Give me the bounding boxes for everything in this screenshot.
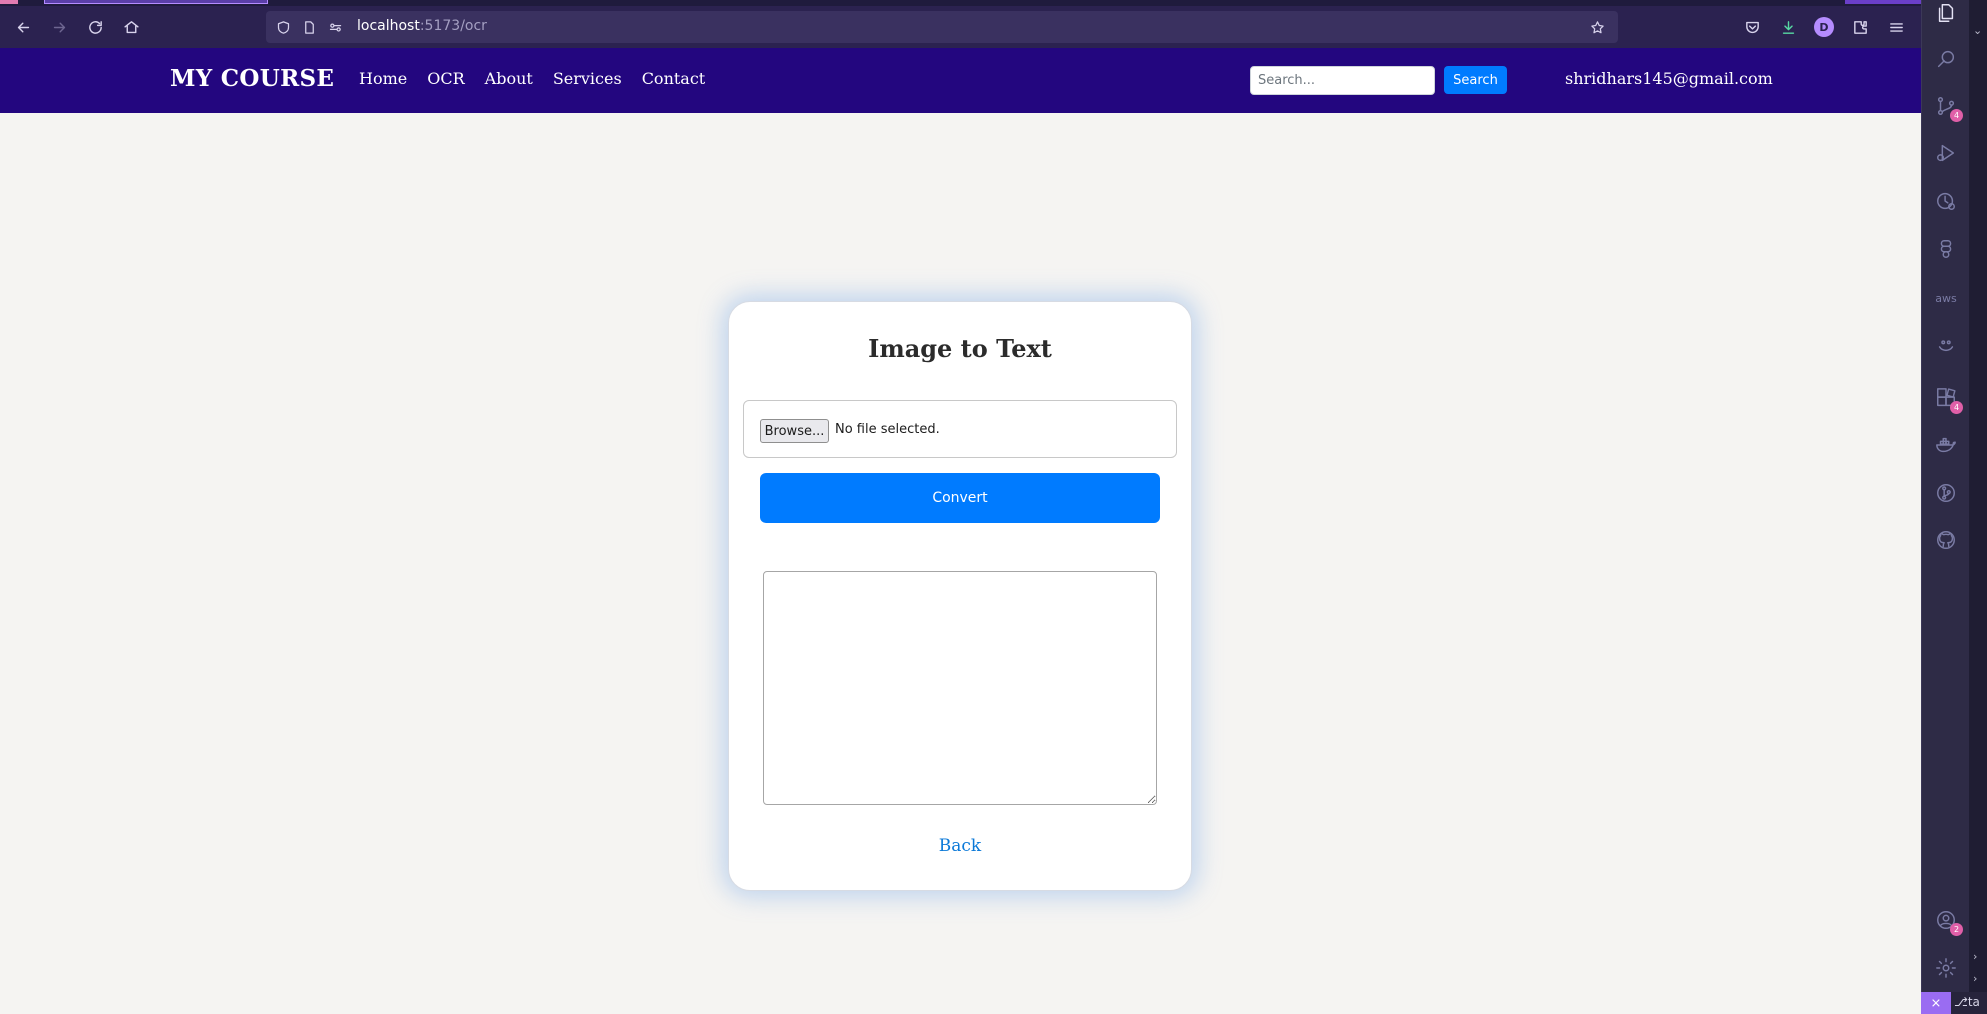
extensions-badge: 4 xyxy=(1950,401,1963,414)
pocket-icon[interactable] xyxy=(1738,13,1766,41)
status-bar: ⨯ ⎇ta xyxy=(1921,992,1987,1014)
back-link[interactable]: Back xyxy=(729,836,1191,856)
site-navbar: MY COURSE Home OCR About Services Contac… xyxy=(0,48,1921,113)
chevron-right-icon[interactable]: › xyxy=(1973,950,1977,963)
tab-strip-accent xyxy=(1845,0,1921,4)
ocr-card: Image to Text Browse... No file selected… xyxy=(728,301,1192,891)
downloads-icon[interactable] xyxy=(1774,13,1802,41)
file-input[interactable]: Browse... No file selected. xyxy=(743,400,1177,458)
result-textarea[interactable] xyxy=(763,571,1157,805)
smiley-icon[interactable] xyxy=(1933,333,1959,359)
settings-gear-icon[interactable] xyxy=(1933,955,1959,981)
branch-indicator[interactable]: ⎇ta xyxy=(1954,995,1980,1009)
docker-icon[interactable] xyxy=(1933,432,1959,458)
remote-indicator-icon[interactable]: ⨯ xyxy=(1921,992,1951,1014)
search-icon[interactable] xyxy=(1933,46,1959,72)
aws-icon[interactable]: aws xyxy=(1933,285,1959,311)
aws-label: aws xyxy=(1935,291,1957,305)
nav-link-home[interactable]: Home xyxy=(359,69,407,88)
active-browser-tab[interactable] xyxy=(44,0,268,4)
url-text[interactable]: localhost:5173/ocr xyxy=(357,18,487,34)
permissions-icon[interactable] xyxy=(326,18,344,36)
editor-edge-strip: ⌄ › › xyxy=(1969,0,1987,1014)
browse-button[interactable]: Browse... xyxy=(760,419,829,443)
tracking-shield-icon[interactable] xyxy=(274,18,292,36)
page-viewport: MY COURSE Home OCR About Services Contac… xyxy=(0,48,1921,1014)
chevron-down-icon[interactable]: ⌄ xyxy=(1973,24,1982,37)
reload-icon[interactable] xyxy=(81,13,109,41)
tab-accent xyxy=(0,0,18,4)
nav-links: Home OCR About Services Contact xyxy=(359,69,705,88)
accounts-icon[interactable]: 2 xyxy=(1933,907,1963,936)
nav-link-services[interactable]: Services xyxy=(553,69,622,88)
browser-toolbar: localhost:5173/ocr D xyxy=(0,6,1921,48)
url-host: localhost xyxy=(357,18,420,34)
activity-bar: 4 aws 4 2 xyxy=(1921,0,1969,1014)
github-icon[interactable] xyxy=(1933,527,1959,553)
user-email: shridhars145@gmail.com xyxy=(1565,69,1773,88)
git-graph-icon[interactable] xyxy=(1933,480,1959,506)
profile-avatar[interactable]: D xyxy=(1814,17,1834,37)
extensions-puzzle-icon[interactable] xyxy=(1846,13,1874,41)
forward-arrow-icon[interactable] xyxy=(45,13,73,41)
card-title: Image to Text xyxy=(868,334,1052,363)
source-control-icon[interactable]: 4 xyxy=(1933,93,1963,122)
brand-logo[interactable]: MY COURSE xyxy=(170,65,334,92)
nav-link-about[interactable]: About xyxy=(485,69,533,88)
file-status-text: No file selected. xyxy=(835,422,940,437)
home-icon[interactable] xyxy=(117,13,145,41)
figma-icon[interactable] xyxy=(1933,236,1959,262)
extensions-icon[interactable]: 4 xyxy=(1933,385,1963,414)
nav-link-ocr[interactable]: OCR xyxy=(427,69,464,88)
branch-icon: ⎇ xyxy=(1954,995,1968,1009)
convert-button[interactable]: Convert xyxy=(760,473,1160,523)
page-info-icon[interactable] xyxy=(300,18,318,36)
nav-link-contact[interactable]: Contact xyxy=(642,69,706,88)
url-path: :5173/ocr xyxy=(419,18,487,34)
search-input[interactable] xyxy=(1250,66,1435,95)
bookmark-star-icon[interactable] xyxy=(1588,18,1606,36)
address-bar[interactable]: localhost:5173/ocr xyxy=(266,11,1618,43)
accounts-badge: 2 xyxy=(1950,923,1963,936)
hamburger-menu-icon[interactable] xyxy=(1882,13,1910,41)
branch-text: ta xyxy=(1967,995,1980,1009)
chevron-right-icon-2[interactable]: › xyxy=(1973,972,1977,985)
search-button[interactable]: Search xyxy=(1444,66,1507,94)
files-icon[interactable] xyxy=(1933,0,1959,26)
back-arrow-icon[interactable] xyxy=(9,13,37,41)
timeline-icon[interactable] xyxy=(1933,188,1959,214)
source-control-badge: 4 xyxy=(1950,109,1963,122)
run-debug-icon[interactable] xyxy=(1933,140,1959,166)
